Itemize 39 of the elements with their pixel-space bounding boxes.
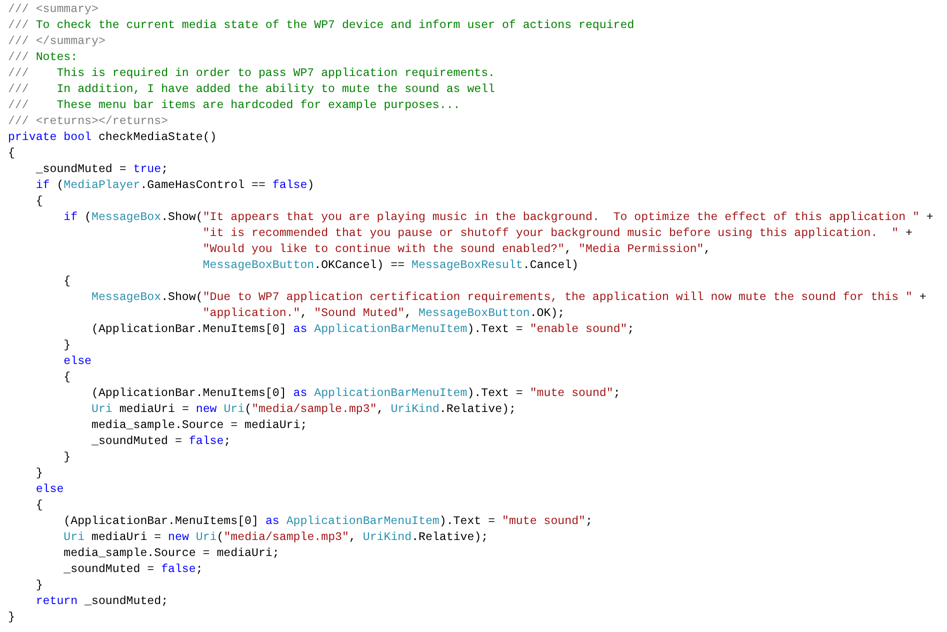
code-line: return _soundMuted; — [34, 594, 168, 610]
code-line: /// In addition, I have added the ability to mute the sound as well — [8, 82, 496, 98]
code-line: { — [62, 274, 71, 290]
code-line: /// These menu bar items are hardcoded for example purposes... — [8, 98, 460, 114]
code-line: if (MessageBox.Show("It appears that you are playing music in the background. To optimize the effect of this application " + — [62, 210, 934, 226]
code-line: Uri mediaUri = new Uri("media/sample.mp3", UriKind.Relative); — [90, 402, 516, 418]
code-line: { — [34, 194, 43, 210]
code-line: media_sample.Source = mediaUri; — [90, 418, 308, 434]
code-line: MessageBox.Show("Due to WP7 application certification requirements, the application will now mute the sound for this " + — [90, 290, 926, 306]
code-line: (ApplicationBar.MenuItems[0] as ApplicationBarMenuItem).Text = "mute sound"; — [62, 514, 592, 530]
code-line: /// <returns></returns> — [8, 114, 168, 130]
code-line: /// </summary> — [8, 34, 106, 50]
code-line: { — [62, 370, 71, 386]
code-line: "Would you like to continue with the sound enabled?", "Media Permission", — [202, 242, 711, 258]
code-line: Uri mediaUri = new Uri("media/sample.mp3", UriKind.Relative); — [62, 530, 488, 546]
code-line: } — [34, 466, 43, 482]
code-line: } — [8, 610, 15, 626]
code-line: "it is recommended that you pause or shutoff your background music before using this application. " + — [202, 226, 912, 242]
code-line: else — [34, 482, 64, 498]
code-line: _soundMuted = false; — [90, 434, 231, 450]
code-line: _soundMuted = false; — [62, 562, 203, 578]
code-line: /// <summary> — [8, 2, 98, 18]
code-line: /// To check the current media state of the WP7 device and inform user of actions required — [8, 18, 634, 34]
code-line: } — [62, 338, 71, 354]
code-line: _soundMuted = true; — [34, 162, 168, 178]
code-line: { — [8, 146, 15, 162]
code-line: /// This is required in order to pass WP7 application requirements. — [8, 66, 496, 82]
code-line: /// Notes: — [8, 50, 78, 66]
code-line: (ApplicationBar.MenuItems[0] as ApplicationBarMenuItem).Text = "mute sound"; — [90, 386, 620, 402]
code-line: media_sample.Source = mediaUri; — [62, 546, 280, 562]
code-line: } — [62, 450, 71, 466]
code-line: private bool checkMediaState() — [8, 130, 217, 146]
code-line: (ApplicationBar.MenuItems[0] as ApplicationBarMenuItem).Text = "enable sound"; — [90, 322, 634, 338]
code-line: MessageBoxButton.OKCancel) == MessageBoxResult.Cancel) — [202, 258, 579, 274]
code-line: else — [62, 354, 92, 370]
code-line: } — [34, 578, 43, 594]
code-line: { — [34, 498, 43, 514]
code-line: "application.", "Sound Muted", MessageBoxButton.OK); — [202, 306, 565, 322]
code-line: if (MediaPlayer.GameHasControl == false) — [34, 178, 314, 194]
